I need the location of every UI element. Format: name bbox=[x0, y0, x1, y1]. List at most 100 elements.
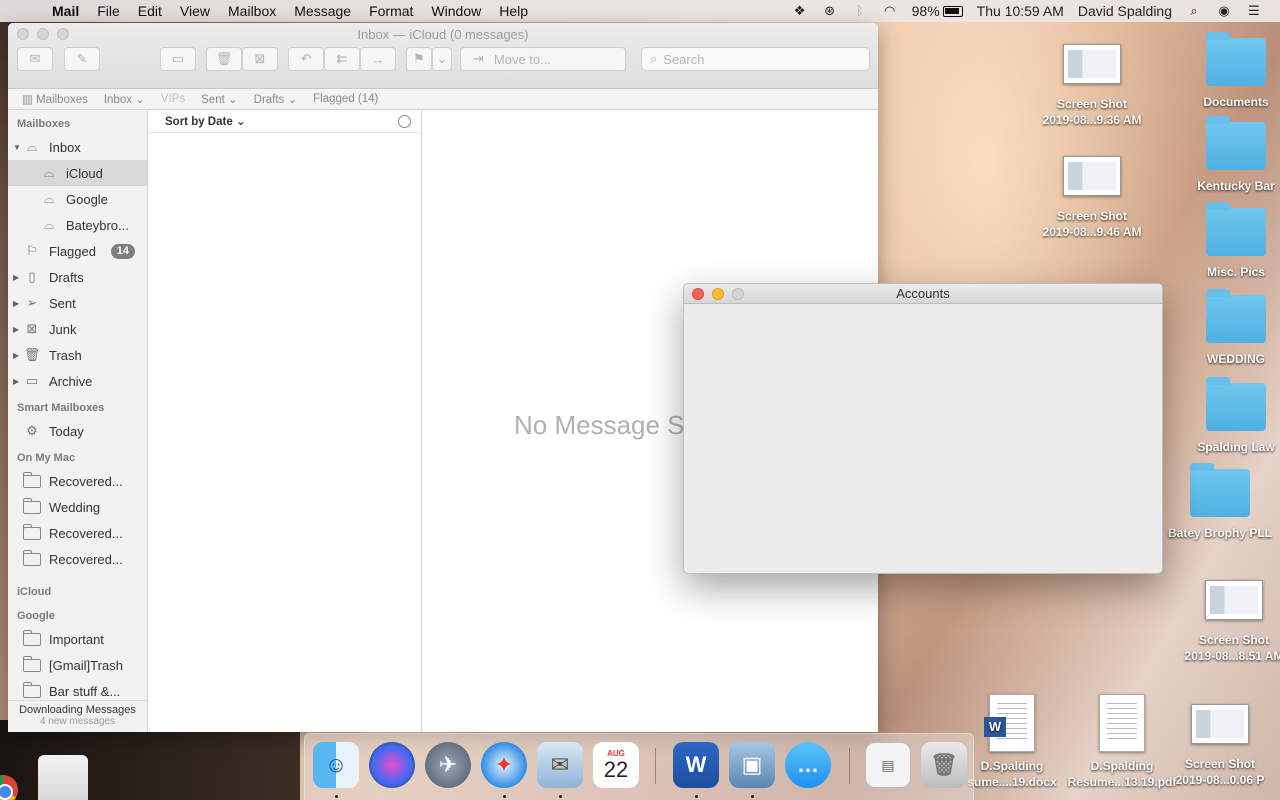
word-icon[interactable]: W bbox=[673, 742, 719, 788]
sidebar-item-junk[interactable]: ▶ ⊠ Junk bbox=[8, 316, 147, 342]
calendar-icon[interactable]: AUG 22 bbox=[593, 742, 639, 788]
disclosure-triangle-icon[interactable]: ▶ bbox=[13, 377, 23, 386]
documents-stack-icon[interactable]: ▤ bbox=[865, 742, 911, 788]
flag-menu-button[interactable]: ⌄ bbox=[432, 47, 452, 71]
junk-button[interactable]: ⊠ bbox=[242, 47, 278, 71]
message-list[interactable]: Sort by Date ⌄ bbox=[148, 110, 422, 732]
junk-icon: ⊠ bbox=[26, 321, 38, 336]
delete-button[interactable]: 🗑 bbox=[206, 47, 242, 71]
desktop-folder-wedding[interactable]: WEDDING bbox=[1176, 289, 1280, 367]
preview-icon[interactable]: ▣ bbox=[729, 742, 775, 788]
flag-button[interactable]: ⚑ bbox=[406, 47, 432, 71]
sidebar-item-today[interactable]: ⚙ Today bbox=[8, 418, 147, 444]
sidebar-item-recovered-2[interactable]: Recovered... bbox=[8, 520, 147, 546]
reply-button[interactable]: ↶ bbox=[288, 47, 324, 71]
minimize-button[interactable] bbox=[712, 288, 724, 300]
sidebar-item-google[interactable]: ⌓ Google bbox=[8, 186, 147, 212]
favorites-label: Drafts bbox=[253, 94, 285, 106]
desktop-screenshot-2[interactable]: Screen Shot 2019-08...9.46 AM bbox=[1032, 156, 1152, 240]
drive-icon[interactable] bbox=[38, 755, 88, 800]
favorites-drafts[interactable]: Drafts ⌄ bbox=[254, 92, 298, 106]
sidebar-item-sent[interactable]: ▶ ➢ Sent bbox=[8, 290, 147, 316]
messages-icon[interactable]: … bbox=[785, 742, 831, 788]
sort-by-date-menu[interactable]: Sort by Date ⌄ bbox=[165, 114, 246, 128]
sidebar-item-wedding[interactable]: Wedding bbox=[8, 494, 147, 520]
trash-icon[interactable]: 🗑 bbox=[921, 742, 967, 788]
disclosure-triangle-icon[interactable]: ▼ bbox=[13, 143, 23, 152]
disclosure-triangle-icon[interactable]: ▶ bbox=[13, 299, 23, 308]
disclosure-triangle-icon[interactable]: ▶ bbox=[13, 273, 23, 282]
search-field[interactable]: ⌕ Search bbox=[641, 47, 870, 71]
desktop-screenshot-3[interactable]: Screen Shot 2019-08...8.51 AM bbox=[1174, 580, 1280, 664]
desktop-file-resume-pdf[interactable]: D.Spalding Resume...13.19.pdf bbox=[1062, 694, 1182, 790]
battery-indicator[interactable]: 98% bbox=[912, 3, 963, 19]
menu-view[interactable]: View bbox=[180, 3, 210, 19]
favorites-vips[interactable]: VIPs bbox=[161, 93, 185, 105]
sidebar-item-important[interactable]: Important bbox=[8, 626, 147, 652]
menu-window[interactable]: Window bbox=[431, 3, 481, 19]
folder-icon bbox=[1206, 202, 1266, 256]
close-button[interactable] bbox=[692, 288, 704, 300]
dropbox-icon[interactable]: ❖ bbox=[792, 4, 808, 18]
finder-icon[interactable]: ☺ bbox=[313, 742, 359, 788]
gear-icon: ⚙ bbox=[26, 423, 38, 438]
favorites-mailboxes[interactable]: ▥ Mailboxes bbox=[22, 92, 88, 106]
siri-icon[interactable]: ◉ bbox=[1216, 4, 1232, 18]
menu-app-mail[interactable]: Mail bbox=[52, 3, 79, 19]
calendar-day: 22 bbox=[603, 756, 629, 782]
favorites-inbox[interactable]: Inbox ⌄ bbox=[104, 92, 145, 106]
forward-button[interactable]: → bbox=[360, 47, 396, 71]
mail-icon[interactable]: ✉ bbox=[537, 742, 583, 788]
sidebar-item-icloud[interactable]: ⌓ iCloud bbox=[8, 160, 147, 186]
launchpad-icon[interactable]: ✈ bbox=[425, 742, 471, 788]
favorites-flagged[interactable]: Flagged (14) bbox=[313, 93, 378, 105]
spotlight-search-icon[interactable]: ⌕ bbox=[1186, 4, 1202, 18]
menu-edit[interactable]: Edit bbox=[138, 3, 162, 19]
sidebar-item-bateybrophy[interactable]: ⌓ Bateybro... bbox=[8, 212, 147, 238]
desktop-screenshot-1[interactable]: Screen Shot 2019-08...9.36 AM bbox=[1032, 44, 1152, 128]
zoom-button[interactable] bbox=[732, 288, 744, 300]
sidebar-item-drafts[interactable]: ▶ ▯ Drafts bbox=[8, 264, 147, 290]
disclosure-triangle-icon[interactable]: ▶ bbox=[13, 325, 23, 334]
safari-icon[interactable]: ✦ bbox=[481, 742, 527, 788]
filter-icon[interactable] bbox=[398, 115, 411, 128]
chevron-down-icon: ⌄ bbox=[436, 51, 448, 66]
bluetooth-icon[interactable]: ᛒ bbox=[852, 4, 868, 18]
menu-help[interactable]: Help bbox=[499, 3, 528, 19]
sort-bar: Sort by Date ⌄ bbox=[148, 110, 421, 133]
desktop-folder-spalding-law[interactable]: Spalding Law bbox=[1176, 377, 1280, 455]
drafts-icon: ▯ bbox=[28, 269, 36, 284]
get-mail-button[interactable]: ✉ bbox=[17, 47, 53, 71]
sidebar-item-gmail-trash[interactable]: [Gmail]Trash bbox=[8, 652, 147, 678]
sidebar-item-recovered-1[interactable]: Recovered... bbox=[8, 468, 147, 494]
desktop-folder-documents[interactable]: Documents bbox=[1176, 32, 1280, 110]
desktop-folder-batey-brophy[interactable]: Batey Brophy PLL bbox=[1160, 463, 1280, 541]
user-name[interactable]: David Spalding bbox=[1078, 3, 1172, 19]
menu-file[interactable]: File bbox=[97, 3, 120, 19]
move-to-button[interactable]: ⇥ Move to... bbox=[460, 47, 626, 71]
sidebar-item-recovered-3[interactable]: Recovered... bbox=[8, 546, 147, 572]
archive-button[interactable]: ▭ bbox=[160, 47, 196, 71]
compose-button[interactable]: ✎ bbox=[64, 47, 100, 71]
clock[interactable]: Thu 10:59 AM bbox=[977, 3, 1064, 19]
sidebar-item-flagged[interactable]: ⚐ Flagged 14 bbox=[8, 238, 147, 264]
menu-format[interactable]: Format bbox=[369, 3, 413, 19]
disclosure-triangle-icon[interactable]: ▶ bbox=[13, 351, 23, 360]
sidebar-item-inbox[interactable]: ▼ ⌓ Inbox bbox=[8, 134, 147, 160]
sidebar-item-trash[interactable]: ▶ 🗑 Trash bbox=[8, 342, 147, 368]
wifi-icon[interactable]: ◠ bbox=[882, 4, 898, 18]
menu-message[interactable]: Message bbox=[294, 3, 351, 19]
accessibility-icon[interactable]: ⊛ bbox=[822, 4, 838, 18]
sidebar-item-archive[interactable]: ▶ ▭ Archive bbox=[8, 368, 147, 394]
notification-center-icon[interactable]: ☰ bbox=[1246, 4, 1262, 18]
siri-icon[interactable] bbox=[369, 742, 415, 788]
running-indicator bbox=[559, 795, 562, 798]
flag-icon: ⚑ bbox=[413, 51, 425, 66]
desktop-folder-misc-pics[interactable]: Misc. Pics bbox=[1176, 202, 1280, 280]
dock-separator bbox=[849, 748, 850, 784]
menu-mailbox[interactable]: Mailbox bbox=[228, 3, 276, 19]
folder-icon bbox=[23, 497, 41, 514]
reply-all-button[interactable]: ⇇ bbox=[324, 47, 360, 71]
desktop-folder-kentucky-bar[interactable]: Kentucky Bar bbox=[1176, 116, 1280, 194]
favorites-sent[interactable]: Sent ⌄ bbox=[201, 92, 238, 106]
